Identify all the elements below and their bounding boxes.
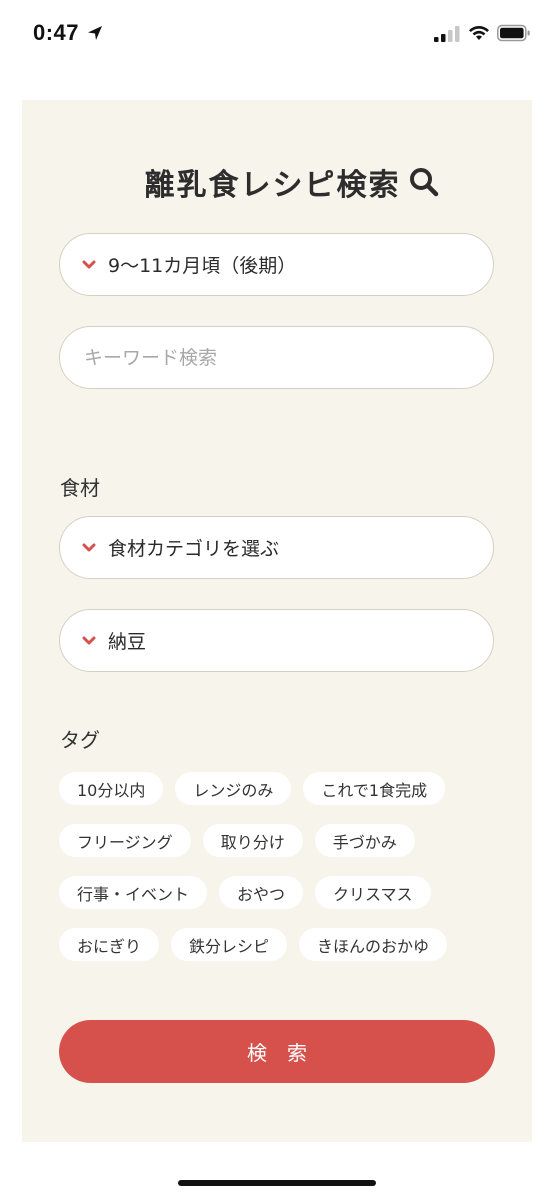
search-button[interactable]: 検索 (59, 1020, 495, 1083)
title-row: 離乳食レシピ検索 (0, 160, 554, 204)
tags-row: 行事・イベント おやつ クリスマス (59, 876, 431, 909)
chevron-down-icon (82, 636, 96, 644)
magnifier-icon (409, 168, 438, 197)
chevron-down-icon (82, 543, 96, 551)
tag-chip[interactable]: レンジのみ (175, 772, 292, 805)
home-indicator (178, 1180, 376, 1186)
cellular-signal-icon (434, 26, 460, 42)
chevron-down-icon (82, 260, 96, 268)
tags-row: フリージング 取り分け 手づかみ (59, 824, 415, 857)
page-title: 離乳食レシピ検索 (144, 168, 401, 203)
tags-row: 10分以内 レンジのみ これで1食完成 (59, 772, 446, 805)
age-select-value: 9〜11カ月頃（後期） (108, 255, 297, 277)
tags-row: おにぎり 鉄分レシピ きほんのおかゆ (59, 928, 448, 961)
tag-chip[interactable]: 取り分け (202, 824, 303, 857)
tag-chip[interactable]: フリージング (59, 824, 191, 857)
tag-chip[interactable]: おやつ (219, 876, 304, 909)
tag-chip[interactable]: 手づかみ (314, 824, 415, 857)
status-bar: 0:47 (0, 0, 554, 70)
ingredients-label: 食材 (60, 476, 100, 500)
tag-chip[interactable]: これで1食完成 (303, 772, 446, 805)
tag-chip[interactable]: 10分以内 (59, 772, 164, 805)
ingredient-category-value: 食材カテゴリを選ぶ (108, 538, 280, 560)
tag-chip[interactable]: 行事・イベント (59, 876, 208, 909)
wifi-icon (469, 25, 489, 40)
tag-chip[interactable]: 鉄分レシピ (171, 928, 288, 961)
age-select[interactable]: 9〜11カ月頃（後期） (59, 233, 494, 296)
keyword-input[interactable] (84, 346, 464, 369)
battery-icon (497, 24, 530, 42)
tags-label: タグ (60, 728, 100, 752)
tag-chip[interactable]: きほんのおかゆ (299, 928, 448, 961)
location-arrow-icon (88, 26, 102, 40)
ingredient-select[interactable]: 納豆 (59, 609, 494, 672)
tag-chip[interactable]: おにぎり (59, 928, 160, 961)
keyword-field[interactable] (59, 326, 494, 389)
tag-chip[interactable]: クリスマス (315, 876, 431, 909)
ingredient-select-value: 納豆 (108, 631, 147, 653)
ingredient-category-select[interactable]: 食材カテゴリを選ぶ (59, 516, 494, 579)
status-time: 0:47 (33, 20, 80, 45)
